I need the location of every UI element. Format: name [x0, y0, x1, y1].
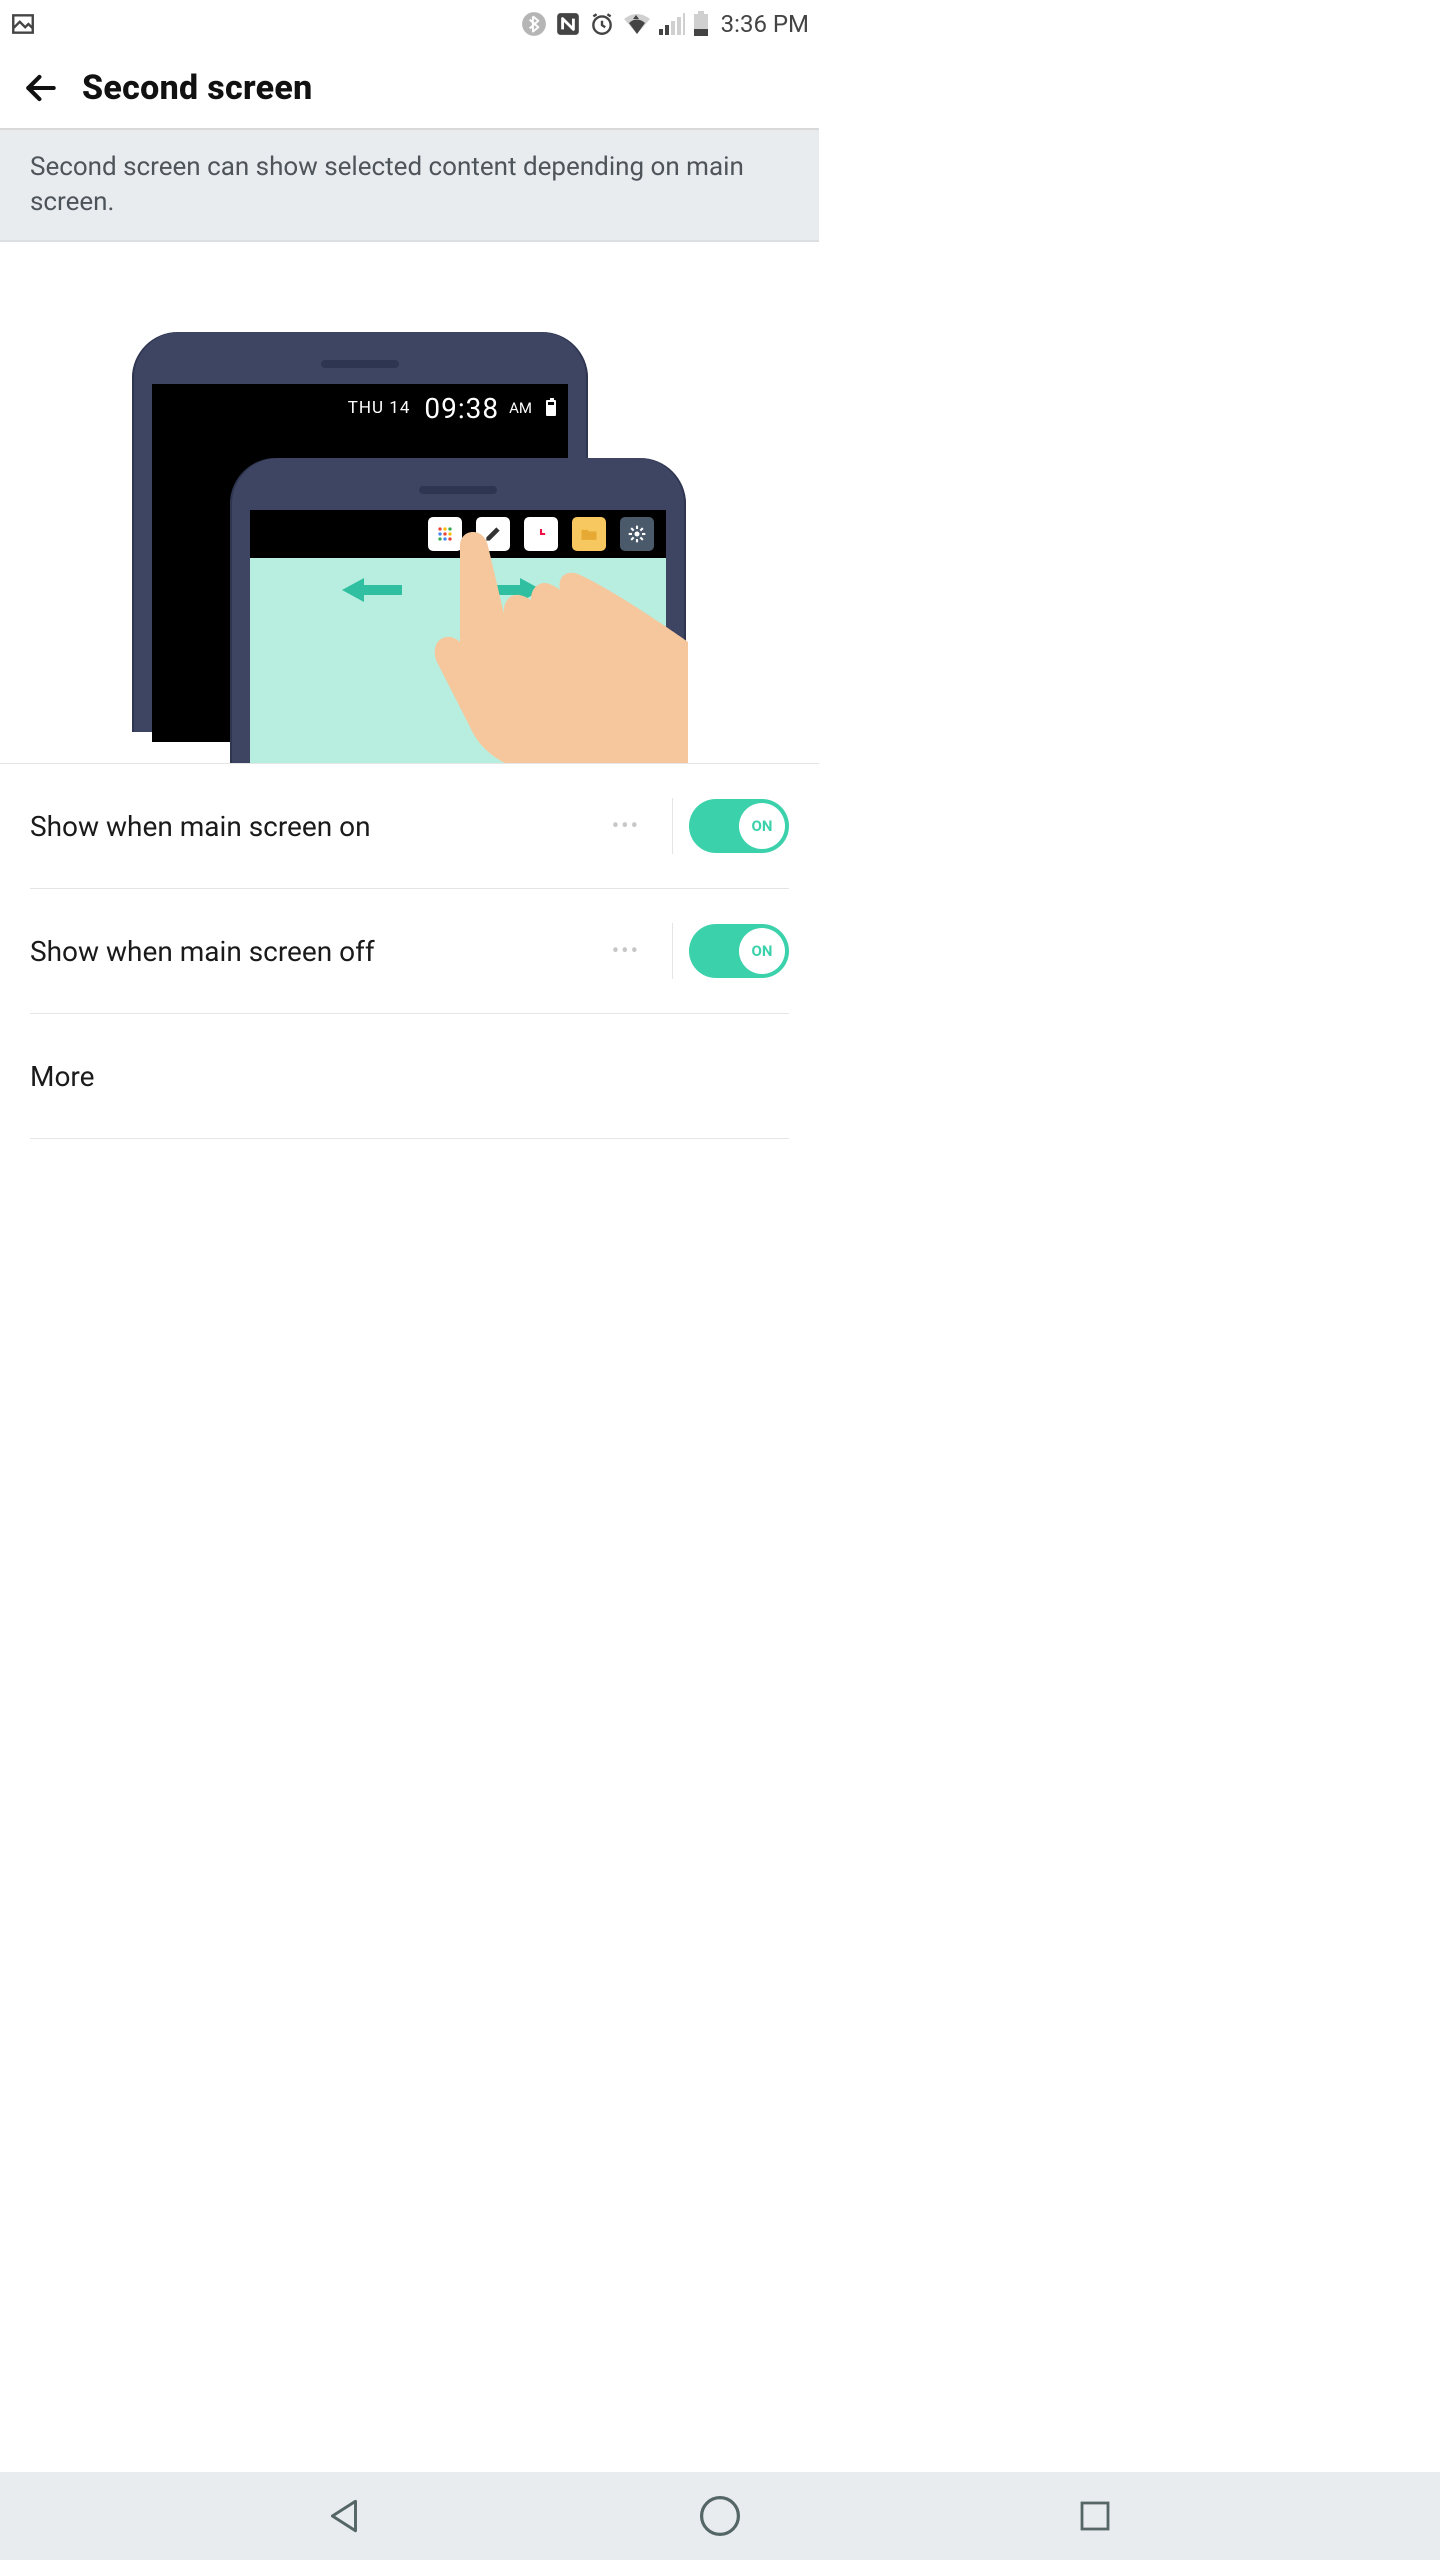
- picture-icon: [10, 11, 36, 37]
- setting-row-main-off[interactable]: Show when main screen off ••• ON: [30, 889, 789, 1014]
- setting-label: Show when main screen on: [30, 810, 596, 843]
- illus-day: THU 14: [348, 398, 411, 418]
- setting-row-main-on[interactable]: Show when main screen on ••• ON: [30, 764, 789, 889]
- bluetooth-icon: [521, 11, 547, 37]
- illus-time: 09:38: [424, 392, 499, 425]
- app-bar: Second screen: [0, 48, 819, 130]
- toggle-state: ON: [739, 928, 785, 974]
- info-banner: Second screen can show selected content …: [0, 130, 819, 242]
- toggle-state: ON: [739, 803, 785, 849]
- settings-list: Show when main screen on ••• ON Show whe…: [0, 764, 819, 1139]
- navigation-bar: [0, 2472, 1440, 2560]
- divider: [672, 923, 673, 979]
- nav-back-button[interactable]: [315, 2486, 375, 2546]
- more-dots-icon[interactable]: •••: [596, 939, 656, 964]
- status-clock: 3:36 PM: [721, 10, 809, 38]
- nfc-icon: [555, 11, 581, 37]
- status-bar: 3:36 PM: [0, 0, 819, 48]
- illustration: THU 14 09:38 AM: [0, 242, 819, 764]
- illus-battery-icon: [546, 400, 556, 416]
- more-dots-icon[interactable]: •••: [596, 814, 656, 839]
- setting-row-more[interactable]: More: [30, 1014, 789, 1139]
- finger-pointer-icon: [418, 522, 688, 764]
- toggle-main-on[interactable]: ON: [689, 799, 789, 853]
- divider: [672, 798, 673, 854]
- nav-recent-button[interactable]: [1065, 2486, 1125, 2546]
- toggle-main-off[interactable]: ON: [689, 924, 789, 978]
- nav-home-button[interactable]: [690, 2486, 750, 2546]
- battery-icon: [693, 11, 709, 37]
- back-arrow-icon[interactable]: [22, 69, 60, 107]
- signal-icon: [659, 13, 685, 35]
- setting-label: More: [30, 1060, 789, 1093]
- wifi-icon: [623, 13, 651, 35]
- setting-label: Show when main screen off: [30, 935, 596, 968]
- page-title: Second screen: [82, 68, 313, 108]
- illus-ampm: AM: [509, 399, 532, 417]
- alarm-icon: [589, 11, 615, 37]
- info-text: Second screen can show selected content …: [30, 152, 744, 217]
